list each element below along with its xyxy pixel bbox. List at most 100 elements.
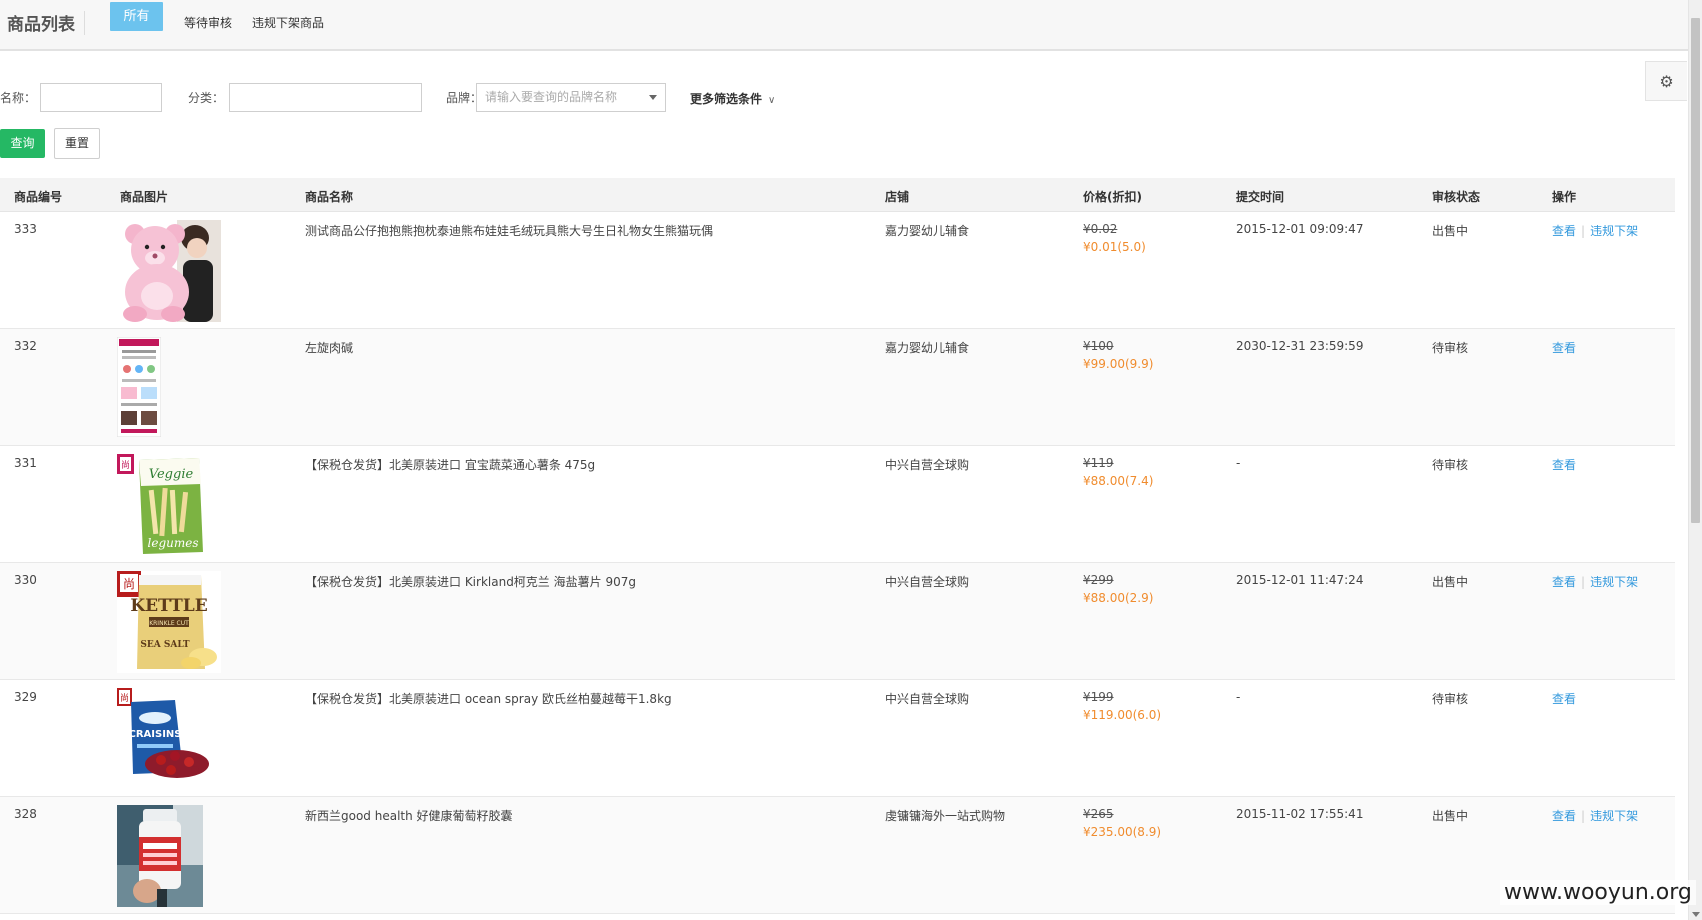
action-separator: | [1581,224,1586,238]
supplement-bottle-image[interactable] [117,805,203,907]
brand-select-placeholder: 请输入要查询的品牌名称 [485,90,618,104]
discount-price: ¥99.00(9.9) [1083,357,1154,371]
svg-text:尚: 尚 [121,459,130,471]
col-header-status: 审核状态 [1432,190,1481,204]
view-link[interactable]: 查看 [1552,692,1576,706]
row-actions: 查看 [1552,339,1576,356]
row-product-name: 测试商品公仔抱抱熊抱枕泰迪熊布娃娃毛绒玩具熊大号生日礼物女生熊猫玩偶 [305,224,714,238]
row-id: 332 [14,339,37,353]
row-shop: 虔镛镛海外一站式购物 [885,809,1006,823]
svg-text:SEA SALT: SEA SALT [140,640,190,650]
row-status: 待审核 [1432,458,1469,472]
discount-price: ¥88.00(7.4) [1083,474,1154,488]
original-price: ¥265 [1083,807,1114,821]
chips-bag-image[interactable]: 尚 KETTLE KRINKLE CUT SEA SALT [117,571,221,673]
view-link[interactable]: 查看 [1552,458,1576,472]
action-separator: | [1581,575,1586,589]
row-product-name: 【保税仓发货】北美原装进口 ocean spray 欧氏丝柏蔓越莓干1.8kg [305,692,672,706]
scrollbar-thumb[interactable] [1691,18,1700,523]
view-link[interactable]: 查看 [1552,575,1576,589]
row-actions: 查看 | 违规下架 [1552,807,1638,824]
caret-down-icon [649,95,657,100]
row-actions: 查看 | 违规下架 [1552,573,1638,590]
row-actions: 查看 [1552,456,1576,473]
reset-button[interactable]: 重置 [54,128,100,159]
row-id: 328 [14,807,37,821]
row-shop: 中兴自营全球购 [885,575,970,589]
original-price: ¥199 [1083,690,1114,704]
craisins-bag-image[interactable]: 尚 CRAISINS [117,688,217,790]
col-header-name: 商品名称 [305,190,354,204]
row-id: 333 [14,222,37,236]
row-submit-time: - [1236,456,1241,470]
svg-text:尚: 尚 [120,692,129,704]
discount-price: ¥119.00(6.0) [1083,708,1162,722]
table-row: 331 尚 Veggie legumes 【保税仓发货】北美原装进口 宜宝蔬菜通… [0,446,1675,563]
original-price: ¥0.02 [1083,222,1118,236]
original-price: ¥299 [1083,573,1114,587]
category-input[interactable] [229,83,422,112]
row-price: ¥0.02 ¥0.01(5.0) [1083,222,1146,254]
category-label: 分类： [188,91,225,105]
veggie-fries-bag-image[interactable]: 尚 Veggie legumes [117,454,207,556]
header-divider [84,11,85,35]
takedown-link[interactable]: 违规下架 [1590,224,1638,238]
col-header-time: 提交时间 [1236,190,1285,204]
row-id: 329 [14,690,37,704]
row-submit-time: 2030-12-31 23:59:59 [1236,339,1364,353]
col-header-price: 价格(折扣) [1083,190,1142,204]
row-id: 330 [14,573,37,587]
table-header: 商品编号 商品图片 商品名称 店铺 价格(折扣) 提交时间 审核状态 操作 [0,178,1675,212]
row-id: 331 [14,456,37,470]
original-price: ¥119 [1083,456,1114,470]
table-row: 330 尚 KETTLE KRINKLE CUT SEA SALT 【保税仓发货… [0,563,1675,680]
settings-button[interactable]: ⚙ [1645,61,1687,101]
row-status: 待审核 [1432,341,1469,355]
row-product-name: 【保税仓发货】北美原装进口 Kirkland柯克兰 海盐薯片 907g [305,575,636,589]
query-button[interactable]: 查询 [0,129,45,158]
row-submit-time: 2015-12-01 11:47:24 [1236,573,1364,587]
row-submit-time: 2015-11-02 17:55:41 [1236,807,1364,821]
row-price: ¥265 ¥235.00(8.9) [1083,807,1161,839]
row-price: ¥100 ¥99.00(9.9) [1083,339,1153,371]
view-link[interactable]: 查看 [1552,809,1576,823]
more-filters-toggle[interactable]: 更多筛选条件 ∨ [690,90,775,107]
original-price: ¥100 [1083,339,1114,353]
row-status: 出售中 [1432,575,1469,589]
svg-text:CRAISINS: CRAISINS [129,729,182,740]
page-title: 商品列表 [7,15,75,35]
gear-icon: ⚙ [1659,71,1674,91]
tab-pending-review[interactable]: 等待审核 [184,14,232,31]
row-shop: 嘉力婴幼儿辅食 [885,224,970,238]
row-submit-time: - [1236,690,1241,704]
col-header-id: 商品编号 [14,190,63,204]
row-actions: 查看 | 违规下架 [1552,222,1638,239]
chevron-down-icon: ∨ [768,95,776,106]
table-row: 328 新西兰good health 好健康葡萄籽胶囊 虔镛镛海外一站式购物 ¥… [0,797,1675,914]
name-input[interactable] [40,83,162,112]
col-header-actions: 操作 [1552,190,1577,204]
brand-select[interactable]: 请输入要查询的品牌名称 [476,83,666,112]
svg-text:legumes: legumes [148,536,199,550]
page-header: 商品列表 所有 等待审核 违规下架商品 [0,0,1688,51]
tab-all[interactable]: 所有 [110,2,163,31]
vertical-scrollbar[interactable] [1688,0,1702,920]
tab-violation-removed[interactable]: 违规下架商品 [252,14,324,31]
scroll-down-arrow-icon[interactable] [1692,912,1700,917]
svg-text:KETTLE: KETTLE [130,596,207,616]
action-separator: | [1581,809,1586,823]
row-price: ¥119 ¥88.00(7.4) [1083,456,1153,488]
view-link[interactable]: 查看 [1552,341,1576,355]
product-table: 商品编号 商品图片 商品名称 店铺 价格(折扣) 提交时间 审核状态 操作 33… [0,178,1675,914]
takedown-link[interactable]: 违规下架 [1590,575,1638,589]
col-header-shop: 店铺 [885,190,910,204]
discount-price: ¥0.01(5.0) [1083,240,1146,254]
view-link[interactable]: 查看 [1552,224,1576,238]
name-label: 名称： [0,91,37,105]
takedown-link[interactable]: 违规下架 [1590,809,1638,823]
row-shop: 嘉力婴幼儿辅食 [885,341,970,355]
pink-teddy-bear-image[interactable] [117,220,221,322]
product-poster-image[interactable] [117,337,161,437]
table-row: 329 尚 CRAISINS 【保税仓发货】北美原装进口 ocean spray… [0,680,1675,797]
row-status: 待审核 [1432,692,1469,706]
